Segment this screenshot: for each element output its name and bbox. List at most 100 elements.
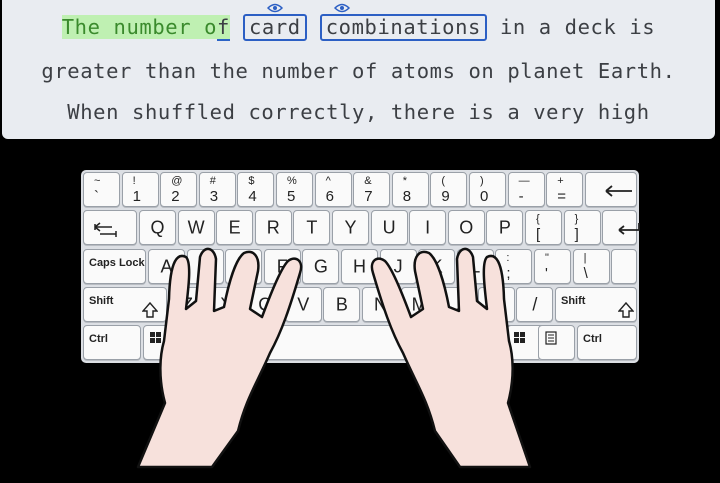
key-symbol: 4 xyxy=(248,188,257,205)
passage-line-3: When shuffled correctly, there is a very… xyxy=(67,100,650,124)
key-row4-1[interactable]: X xyxy=(207,287,245,322)
key-letter: T xyxy=(306,217,318,237)
key-letter: . xyxy=(493,294,499,314)
shift-arrow-icon xyxy=(618,301,634,318)
key-u[interactable]: U xyxy=(370,210,408,245)
key-row4-5[interactable]: N xyxy=(362,287,399,322)
highlighted-word-combinations: combinations xyxy=(319,3,487,41)
typing-passage-panel: The number of card combinations in a dec… xyxy=(2,0,715,139)
key--[interactable]: — - xyxy=(507,172,545,207)
spacebar[interactable] xyxy=(221,325,551,360)
left-ctrl-key[interactable]: Ctrl xyxy=(83,325,141,360)
key-bracket-1[interactable]: }] xyxy=(563,210,601,245)
key-letter: P xyxy=(498,217,511,237)
key-`[interactable]: ~ ` xyxy=(83,172,120,207)
windows-icon xyxy=(150,332,161,343)
key-y[interactable]: Y xyxy=(332,210,369,245)
key-s[interactable]: S xyxy=(186,249,224,284)
key-symbol: 3 xyxy=(209,188,219,205)
key-shift-symbol: + xyxy=(557,175,564,187)
key-bracket-0[interactable]: {[ xyxy=(525,210,562,245)
key-f[interactable]: F xyxy=(263,249,301,284)
key-l[interactable]: L xyxy=(456,249,494,284)
key-h[interactable]: H xyxy=(341,249,378,284)
key-letter: H xyxy=(353,256,366,276)
key-letter: Q xyxy=(150,217,165,237)
key-symbol: - xyxy=(518,188,524,205)
key-7[interactable]: & 7 xyxy=(353,172,391,207)
key-8[interactable]: * 8 xyxy=(391,172,429,207)
menu-icon xyxy=(545,331,557,345)
key-symbol: ] xyxy=(574,226,579,243)
key-0[interactable]: ) 0 xyxy=(469,172,506,207)
key-row4-6[interactable]: M xyxy=(400,287,438,322)
tab-icon xyxy=(94,222,117,237)
backspace-key[interactable] xyxy=(584,172,637,207)
left-shift-key[interactable]: Shift xyxy=(83,287,167,322)
key-row4-9[interactable]: / xyxy=(516,287,554,322)
menu-key[interactable] xyxy=(538,325,575,360)
key-r[interactable]: R xyxy=(254,210,292,245)
key-row4-8[interactable]: . xyxy=(477,287,515,322)
key-letter: D xyxy=(237,256,251,276)
shift-arrow-icon xyxy=(142,301,158,318)
key-=[interactable]: + = xyxy=(546,172,584,207)
key-j[interactable]: J xyxy=(379,249,417,284)
blank-key xyxy=(611,249,637,284)
key-punct-1[interactable]: " ' xyxy=(534,249,571,284)
key-shift-symbol: ! xyxy=(132,175,136,187)
tab-key[interactable] xyxy=(83,210,137,245)
key-i[interactable]: I xyxy=(409,210,447,245)
key-g[interactable]: G xyxy=(302,249,340,284)
key-o[interactable]: O xyxy=(447,210,485,245)
key-p[interactable]: P xyxy=(486,210,524,245)
key-shift-symbol: { xyxy=(536,213,540,225)
key-9[interactable]: (9 xyxy=(430,172,468,207)
key-symbol: ; xyxy=(506,265,511,282)
left-alt-key[interactable] xyxy=(182,325,219,360)
right-ctrl-key[interactable]: Ctrl xyxy=(577,325,637,360)
key-row4-3[interactable]: V xyxy=(284,287,322,322)
key-a[interactable]: A xyxy=(148,249,185,284)
key-letter: O xyxy=(459,217,474,237)
key-letter: Y xyxy=(344,217,357,237)
current-character: f xyxy=(217,15,230,41)
highlighted-word-card: card xyxy=(242,3,307,41)
key-row4-4[interactable]: B xyxy=(323,287,361,322)
caps-lock-key[interactable]: Caps Lock xyxy=(83,249,146,284)
backspace-icon xyxy=(605,185,632,197)
key-5[interactable]: % 5 xyxy=(276,172,313,207)
key-symbol: \ xyxy=(583,265,588,282)
key-2[interactable]: @2 xyxy=(160,172,198,207)
key-6[interactable]: ^ 6 xyxy=(314,172,352,207)
key-t[interactable]: T xyxy=(293,210,331,245)
key-symbol: 6 xyxy=(325,188,334,205)
right-shift-key[interactable]: Shift xyxy=(555,287,637,322)
shift-label: Shift xyxy=(561,295,586,307)
key-w[interactable]: W xyxy=(177,210,215,245)
key-symbol: 8 xyxy=(402,188,412,205)
keyboard-area: ~ `! 1 @2 #3 $4% 5 ^ 6 & 7 * 8(9) 0— - + = Q W E R T Y U I O P{[}]… xyxy=(0,141,720,483)
key-shift-symbol: # xyxy=(209,175,216,187)
left-windows-key[interactable] xyxy=(143,325,180,360)
key-punct-0[interactable]: :; xyxy=(495,249,533,284)
key-4[interactable]: $4 xyxy=(237,172,275,207)
eye-icon xyxy=(266,3,283,13)
on-screen-keyboard: ~ `! 1 @2 #3 $4% 5 ^ 6 & 7 * 8(9) 0— - + = Q W E R T Y U I O P{[}]… xyxy=(81,170,641,363)
key-punct-2[interactable]: | \ xyxy=(572,249,610,284)
key-row4-7[interactable]: , xyxy=(439,287,477,322)
key-d[interactable]: D xyxy=(225,249,263,284)
key-row4-0[interactable]: Z xyxy=(169,287,206,322)
key-k[interactable]: K xyxy=(418,249,456,284)
key-1[interactable]: ! 1 xyxy=(121,172,159,207)
key-row4-2[interactable]: C xyxy=(246,287,284,322)
enter-key[interactable] xyxy=(602,210,641,245)
key-q[interactable]: Q xyxy=(139,210,176,245)
key-letter: M xyxy=(411,294,427,314)
key-3[interactable]: #3 xyxy=(198,172,236,207)
key-shift-symbol: ( xyxy=(441,175,446,187)
key-e[interactable]: E xyxy=(216,210,254,245)
line-1-rest: in a deck is xyxy=(487,15,656,39)
word-combinations: combinations xyxy=(325,15,481,39)
